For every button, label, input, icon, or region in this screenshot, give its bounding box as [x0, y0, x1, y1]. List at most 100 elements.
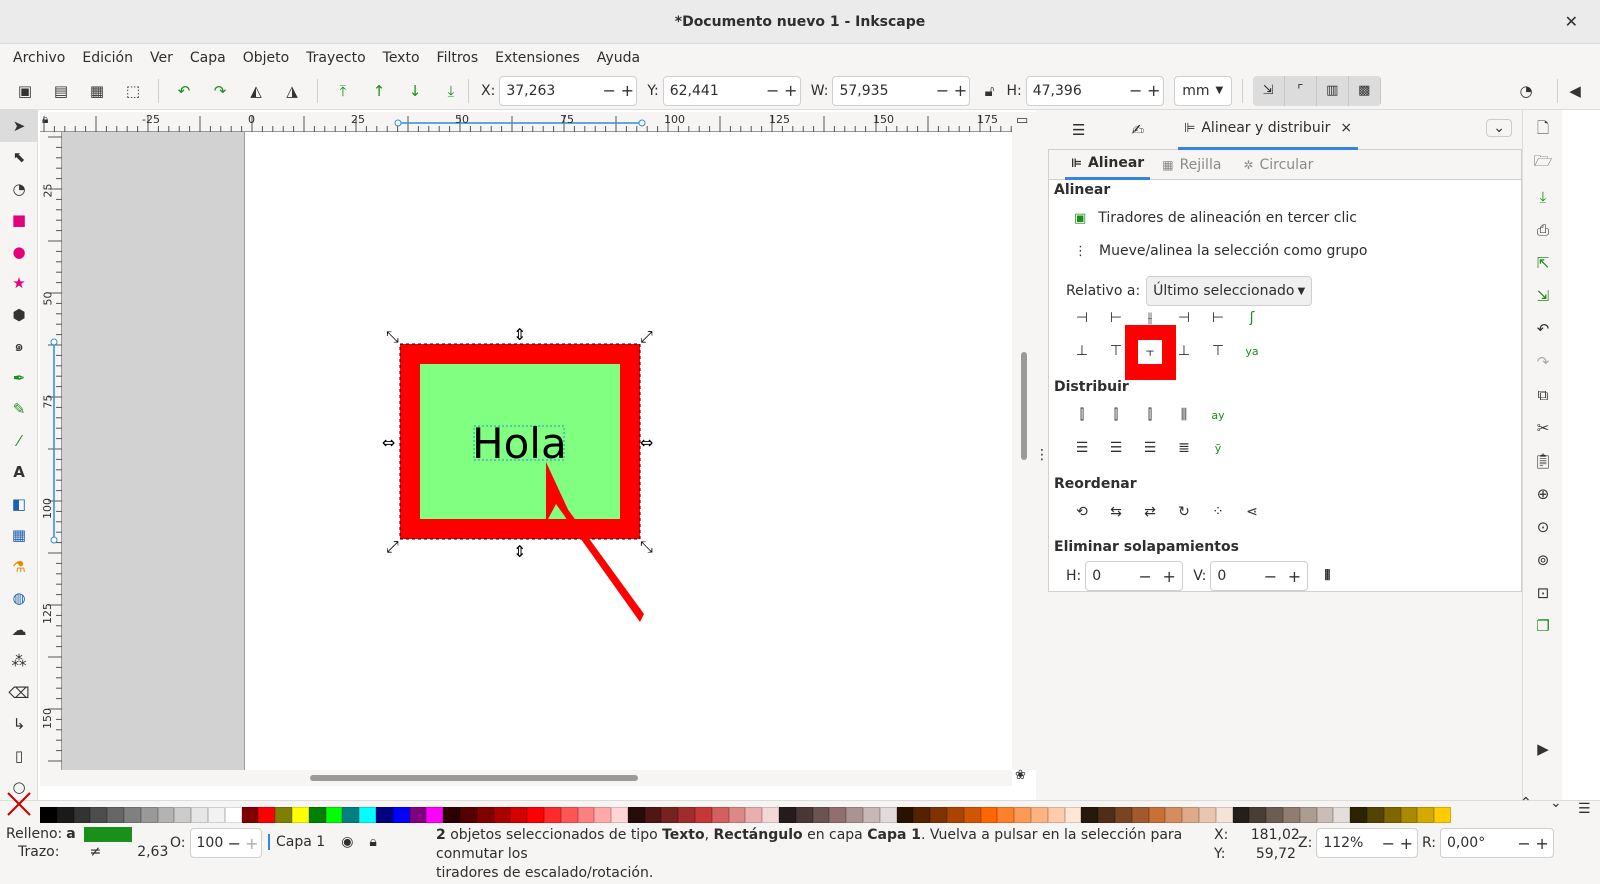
rectangle-tool-icon[interactable]: ■ [0, 205, 38, 237]
tab-align-distribute[interactable]: ⊫ Alinear y distribuir × [1178, 110, 1359, 150]
node-tool-icon[interactable]: ⬉ [0, 142, 38, 174]
distribute-centers-h-icon[interactable]: ⫿ [1106, 405, 1126, 425]
color-swatch[interactable] [325, 807, 343, 823]
menu-ver[interactable]: Ver [150, 50, 173, 66]
color-swatch[interactable] [1064, 807, 1082, 823]
lower-icon[interactable]: ↓ [404, 80, 426, 102]
color-swatch[interactable] [997, 807, 1015, 823]
remove-overlaps-icon[interactable]: ⦀ [1324, 568, 1330, 584]
color-swatch[interactable] [510, 807, 528, 823]
align-left-edges-icon[interactable]: ⊢ [1106, 308, 1126, 328]
color-swatch[interactable] [1383, 807, 1401, 823]
color-swatch[interactable] [1299, 807, 1317, 823]
color-swatch[interactable] [308, 807, 326, 823]
opacity-input[interactable]: 100 − + [189, 828, 262, 858]
menu-capa[interactable]: Capa [190, 50, 226, 66]
color-swatch[interactable] [947, 807, 964, 823]
exchange-selection-order-icon[interactable]: ⇆ [1106, 502, 1126, 522]
deselect-icon[interactable]: ⬚ [122, 80, 144, 102]
opacity-increment[interactable]: + [243, 834, 260, 853]
y-value[interactable]: 62,441 [664, 83, 764, 99]
select-all-layers-icon[interactable]: ▤ [50, 80, 72, 102]
paint-bucket-icon[interactable]: ◍ [0, 583, 38, 615]
align-right-edges-icon[interactable]: ⊣ [1174, 308, 1194, 328]
horizontal-scrollbar[interactable]: ❀ [40, 768, 1026, 786]
randomize-positions-icon[interactable]: ⁘ [1208, 502, 1228, 522]
fill-swatch[interactable] [83, 826, 132, 842]
option-move-as-group[interactable]: ⋮ Mueve/alinea la selección como grupo [1074, 243, 1367, 259]
color-swatch[interactable] [594, 807, 612, 823]
color-swatch[interactable] [543, 807, 561, 823]
spray-tool-icon[interactable]: ⁂ [0, 646, 38, 678]
rotate-cw-button[interactable]: + [1533, 834, 1551, 853]
color-swatch[interactable] [644, 807, 662, 823]
color-swatch[interactable] [174, 807, 192, 823]
color-swatch[interactable] [1081, 807, 1099, 823]
distribute-left-edges-icon[interactable]: ⫿ [1072, 405, 1092, 425]
undo-icon[interactable]: ↶ [1523, 312, 1563, 345]
color-swatch[interactable] [695, 807, 712, 823]
color-swatch[interactable] [1098, 807, 1115, 823]
color-swatch[interactable] [1333, 807, 1351, 823]
color-swatch[interactable] [493, 807, 511, 823]
duplicate-icon[interactable]: ❐ [1523, 609, 1563, 642]
w-decrement-button[interactable]: − [933, 81, 951, 100]
color-swatch[interactable] [359, 807, 376, 823]
overlap-h-input[interactable]: 0 − + [1085, 561, 1184, 591]
raise-to-top-icon[interactable]: ⤒ [332, 80, 354, 102]
option-third-click[interactable]: ▣ Tiradores de alineación en tercer clic [1074, 210, 1357, 226]
print-icon[interactable]: ⎙ [1523, 213, 1563, 246]
color-swatch[interactable] [678, 807, 696, 823]
horizontal-ruler[interactable]: 🔒︎ -25 0 25 50 75 100 125 150 175 [40, 112, 1012, 132]
menu-objeto[interactable]: Objeto [243, 50, 289, 66]
color-swatch[interactable] [745, 807, 763, 823]
select-all-icon[interactable]: ▣ [14, 80, 36, 102]
color-swatch[interactable] [409, 807, 427, 823]
more-commands-icon[interactable]: ▶ [1523, 732, 1563, 765]
rotate-ccw-button[interactable]: − [1515, 834, 1533, 853]
select-same-icon[interactable]: ▦ [86, 80, 108, 102]
color-swatch[interactable] [1366, 807, 1384, 823]
x-decrement-button[interactable]: − [600, 81, 618, 100]
color-swatch[interactable] [291, 807, 309, 823]
menu-archivo[interactable]: Archivo [13, 50, 65, 66]
y-decrement-button[interactable]: − [764, 81, 782, 100]
layers-tab-icon[interactable]: ☰ [1072, 121, 1085, 139]
opacity-decrement[interactable]: − [226, 834, 243, 853]
unclump-icon[interactable]: ⋖ [1242, 502, 1262, 522]
scale-corners-icon[interactable]: ⌜ [1284, 75, 1317, 106]
y-increment-button[interactable]: + [782, 81, 800, 100]
raise-icon[interactable]: ↑ [368, 80, 390, 102]
new-document-icon[interactable]: 🗋︎ [1523, 114, 1563, 147]
color-swatch[interactable] [191, 807, 208, 823]
distribute-baselines-v-icon[interactable]: ȳ [1208, 438, 1228, 458]
fill-stroke-tab-icon[interactable]: ✍ [1131, 121, 1144, 139]
h-value[interactable]: 47,396 [1027, 83, 1127, 99]
x-increment-button[interactable]: + [618, 81, 636, 100]
color-swatch[interactable] [879, 807, 897, 823]
color-swatch[interactable] [1232, 807, 1250, 823]
relative-to-select[interactable]: Último seleccionado ▼ [1146, 276, 1313, 306]
w-input[interactable]: 57,935 − + [832, 75, 971, 106]
scale-stroke-icon[interactable]: ⇲ [1252, 75, 1285, 106]
zoom-selection-icon[interactable]: ⊕ [1523, 477, 1563, 510]
overlap-v-increment[interactable]: + [1285, 567, 1303, 586]
eraser-tool-icon[interactable]: ⌫ [0, 677, 38, 709]
gradient-tool-icon[interactable]: ◧ [0, 488, 38, 520]
panel-toggle-icon[interactable]: ◀ [1564, 80, 1586, 102]
no-paint-icon[interactable] [4, 789, 34, 819]
overlap-h-value[interactable]: 0 [1086, 568, 1136, 584]
color-swatch[interactable] [913, 807, 931, 823]
color-swatch[interactable] [157, 807, 175, 823]
redo-icon[interactable]: ↷ [1523, 345, 1563, 378]
color-swatch[interactable] [107, 807, 124, 823]
color-swatch[interactable] [1182, 807, 1199, 823]
menu-filtros[interactable]: Filtros [437, 50, 479, 66]
color-swatch[interactable] [241, 807, 259, 823]
close-icon[interactable]: ✕ [1565, 12, 1578, 31]
color-swatch[interactable] [560, 807, 578, 823]
distribute-bottom-edges-icon[interactable]: ☰ [1140, 438, 1160, 458]
save-icon[interactable]: ⤓ [1523, 180, 1563, 213]
color-swatch[interactable] [728, 807, 746, 823]
color-swatch[interactable] [846, 807, 864, 823]
